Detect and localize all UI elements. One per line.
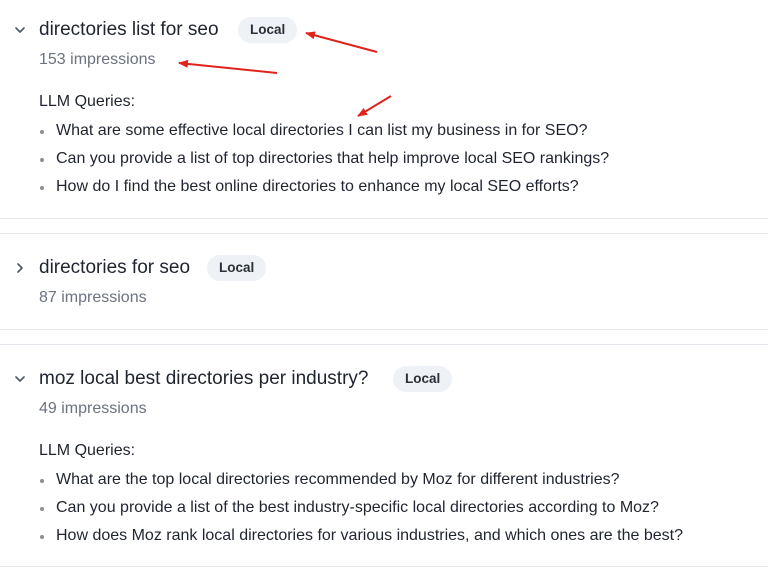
annotation-arrow <box>357 95 392 117</box>
annotation-arrow <box>305 31 378 53</box>
annotation-arrow <box>178 59 278 74</box>
annotation-arrows <box>178 31 392 117</box>
